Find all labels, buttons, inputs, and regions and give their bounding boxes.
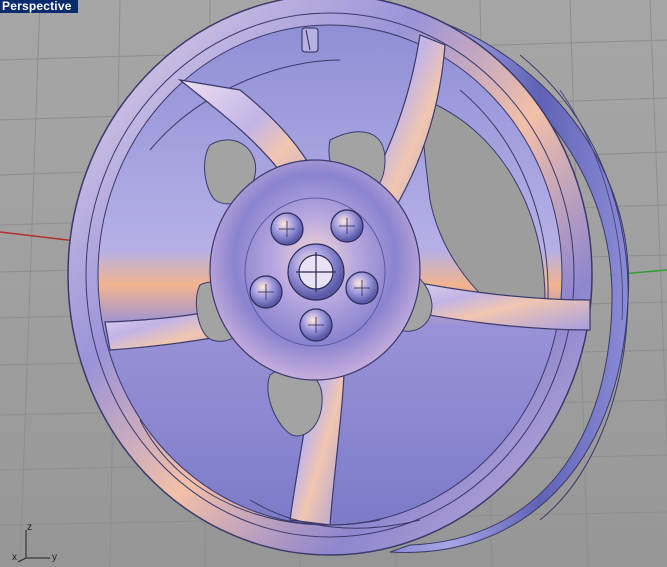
viewport-title[interactable]: Perspective (0, 0, 78, 13)
scene-canvas[interactable] (0, 0, 667, 567)
y-axis-label: y (52, 552, 57, 563)
z-axis-label: z (27, 522, 32, 533)
perspective-viewport[interactable]: Perspective z x y (0, 0, 667, 567)
center-bore (287, 243, 345, 301)
valve-stem (301, 27, 319, 53)
x-axis-label: x (12, 552, 17, 563)
x-axis-line (17, 557, 27, 563)
